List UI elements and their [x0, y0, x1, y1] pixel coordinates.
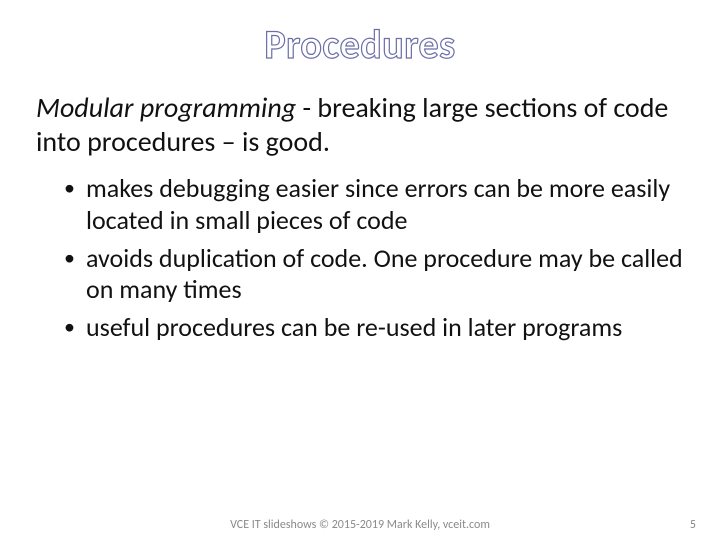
slide: Procedures Modular programming - breakin…	[0, 0, 720, 540]
list-item: makes debugging easier since errors can …	[64, 173, 684, 236]
footer-credit: VCE IT slideshows © 2015-2019 Mark Kelly…	[0, 518, 720, 532]
page-number: 5	[656, 518, 696, 532]
list-item: avoids duplication of code. One procedur…	[64, 243, 684, 306]
intro-paragraph: Modular programming - breaking large sec…	[36, 91, 684, 159]
slide-title: Procedures	[36, 20, 684, 69]
bullet-list: makes debugging easier since errors can …	[36, 173, 684, 344]
intro-emphasis: Modular programming	[36, 90, 296, 125]
list-item: useful procedures can be re-used in late…	[64, 312, 684, 344]
